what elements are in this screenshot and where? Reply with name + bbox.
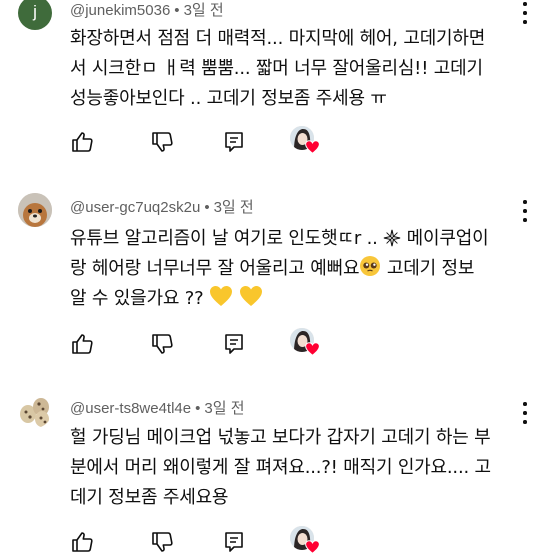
comment-actions [70,328,330,358]
comment-meta: @user-ts8we4tl4e • 3일 전 [70,400,245,417]
comment-meta: @junekim5036 • 3일 전 [70,2,224,19]
more-icon[interactable] [518,2,532,24]
comment-time: 3일 전 [213,199,254,216]
sparkle-emoji-icon [383,229,401,247]
more-icon[interactable] [518,200,532,222]
yellow-heart-emoji-icon [209,286,232,306]
like-icon[interactable] [70,130,94,154]
comment-actions [70,526,330,556]
pleading-face-emoji-icon [360,256,381,276]
reply-icon[interactable] [222,332,246,356]
creator-heart-icon[interactable] [290,328,322,358]
dislike-icon[interactable] [150,332,174,356]
yellow-heart-emoji-icon [239,286,262,306]
comment-time: 3일 전 [204,400,245,417]
avatar[interactable]: j [18,0,52,30]
reply-icon[interactable] [222,130,246,154]
comment-actions [70,126,330,156]
author-name[interactable]: @user-ts8we4tl4e [70,400,191,417]
dislike-icon[interactable] [150,530,174,554]
avatar[interactable] [18,193,52,227]
comment-text: 화장하면서 점점 더 매력적... 마지막에 헤어, 고데기하면 서 시크한ㅁ … [70,28,486,109]
avatar[interactable] [18,394,52,428]
like-icon[interactable] [70,530,94,554]
comment-time: 3일 전 [183,2,224,19]
dislike-icon[interactable] [150,130,174,154]
comment-meta: @user-gc7uq2sk2u • 3일 전 [70,199,254,216]
creator-heart-icon[interactable] [290,526,322,556]
more-icon[interactable] [518,402,532,424]
author-name[interactable]: @junekim5036 [70,2,170,19]
like-icon[interactable] [70,332,94,356]
comment-text: 유튜브 알고리즘이 날 여기로 인도햇ㄸr .. 메이쿠업이 랑 헤어랑 너무너… [70,228,489,309]
comment-text: 헐 가딩님 메이크업 넋놓고 보다가 갑자기 고데기 하는 부 분에서 머리 왜… [70,427,491,508]
author-name[interactable]: @user-gc7uq2sk2u [70,199,200,216]
creator-heart-icon[interactable] [290,126,322,156]
reply-icon[interactable] [222,530,246,554]
